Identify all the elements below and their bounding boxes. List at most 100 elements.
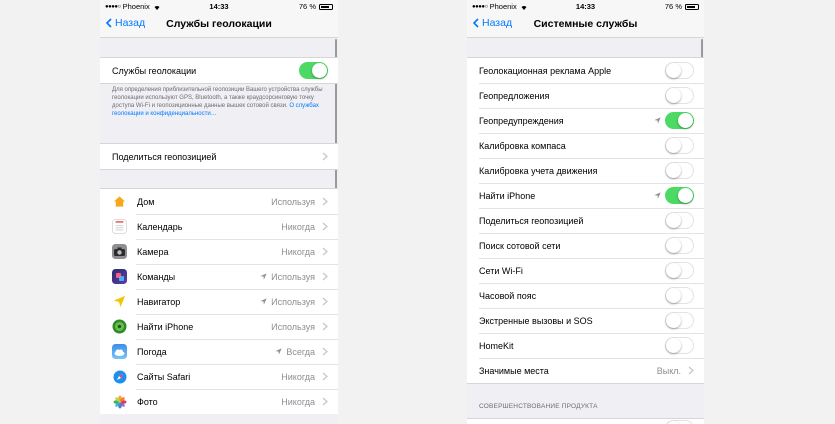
service-toggle[interactable] (665, 187, 694, 204)
section-header: СОВЕРШЕНСТВОВАНИЕ ПРОДУКТА (479, 403, 598, 410)
chevron-right-icon (322, 222, 328, 231)
app-permission: Используя (260, 272, 315, 282)
app-row-calendar[interactable]: Календарь Никогда (100, 214, 338, 239)
app-row-camera[interactable]: Камера Никогда (100, 239, 338, 264)
chevron-right-icon (322, 197, 328, 206)
chevron-right-icon (322, 297, 328, 306)
calendar-app-icon (112, 219, 127, 234)
app-name: Камера (137, 246, 169, 257)
location-footer-note: Для определения приблизительной геопозиц… (112, 86, 324, 118)
app-permission: Никогда (281, 246, 315, 257)
service-label: Калибровка учета движения (479, 165, 598, 176)
service-row: Найти iPhone (467, 183, 704, 208)
service-toggle[interactable] (665, 212, 694, 229)
chevron-right-icon (322, 347, 328, 356)
service-toggle[interactable] (665, 162, 694, 179)
service-row: HomeKit (467, 333, 704, 358)
app-row-photos[interactable]: Фото Никогда (100, 389, 338, 414)
app-name: Команды (137, 271, 176, 282)
app-name: Найти iPhone (137, 321, 194, 332)
app-permission: Никогда (281, 371, 315, 382)
service-label: Экстренные вызовы и SOS (479, 315, 593, 326)
product-improvement-group (467, 418, 704, 424)
service-toggle[interactable] (665, 112, 694, 129)
service-label: Геопредложения (479, 90, 550, 101)
battery-percent: 76 % (664, 2, 682, 11)
app-row-navigator[interactable]: Навигатор Используя (100, 289, 338, 314)
service-row: Часовой пояс (467, 283, 704, 308)
app-row-home[interactable]: Дом Используя (100, 189, 338, 214)
status-bar: ●●●●○ Phoenix 14:33 76 % (467, 0, 704, 13)
battery-icon (685, 3, 699, 10)
service-toggle[interactable] (665, 420, 694, 424)
chevron-right-icon (322, 152, 328, 161)
app-permission: Используя (260, 297, 315, 307)
service-toggle[interactable] (665, 287, 694, 304)
system-services-screen: ●●●●○ Phoenix 14:33 76 % Назад Системные… (467, 0, 704, 424)
service-row: Геопредложения (467, 83, 704, 108)
chevron-right-icon (322, 372, 328, 381)
service-toggle[interactable] (665, 137, 694, 154)
app-name: Сайты Safari (137, 371, 191, 382)
app-row-safari[interactable]: Сайты Safari Никогда (100, 364, 338, 389)
chevron-right-icon (322, 397, 328, 406)
service-label: Часовой пояс (479, 290, 537, 301)
app-permission: Используя (271, 321, 315, 332)
service-row: Сети Wi-Fi (467, 258, 704, 283)
app-permission: Никогда (281, 221, 315, 232)
service-label: HomeKit (479, 340, 514, 351)
status-bar: ●●●●○ Phoenix 14:33 76 % (100, 0, 338, 13)
shortcuts-app-icon (112, 269, 127, 284)
service-toggle[interactable] (665, 87, 694, 104)
page-title: Системные службы (533, 18, 638, 30)
service-row: Геопредупреждения (467, 108, 704, 133)
location-services-screen: ●●●●○ Phoenix 14:33 76 % Назад Службы ге… (100, 0, 338, 424)
weather-app-icon (112, 344, 127, 359)
location-arrow-icon (654, 117, 661, 124)
share-location-row[interactable]: Поделиться геопозицией (100, 144, 338, 169)
location-arrow-icon (260, 273, 267, 280)
app-permission: Никогда (281, 396, 315, 407)
app-name: Фото (137, 396, 158, 407)
service-toggle[interactable] (665, 237, 694, 254)
system-services-list: Геолокационная реклама Apple Геопредложе… (467, 57, 704, 384)
photos-app-icon (112, 394, 127, 409)
service-label: Поделиться геопозицией (479, 215, 584, 226)
service-row: Поделиться геопозицией (467, 208, 704, 233)
service-label: Найти iPhone (479, 190, 536, 201)
battery: 76 % (299, 2, 333, 11)
app-row-shortcuts[interactable]: Команды Используя (100, 264, 338, 289)
battery-percent: 76 % (298, 2, 316, 11)
service-row: Калибровка компаса (467, 133, 704, 158)
app-name: Календарь (137, 221, 183, 232)
location-arrow-icon (260, 298, 267, 305)
service-row: Геолокационная реклама Apple (467, 58, 704, 83)
app-name: Погода (137, 346, 167, 357)
service-toggle[interactable] (665, 312, 694, 329)
share-group: Поделиться геопозицией (100, 143, 338, 170)
app-row-weather[interactable]: Погода Всегда (100, 339, 338, 364)
app-name: Навигатор (137, 296, 181, 307)
apps-list: Дом Используя Календарь Никогда Камера Н… (100, 188, 338, 414)
battery: 76 % (665, 2, 699, 11)
significant-locations-label: Значимые места (479, 365, 549, 376)
location-arrow-icon (654, 192, 661, 199)
location-services-toggle[interactable] (299, 62, 328, 79)
service-toggle[interactable] (665, 262, 694, 279)
battery-icon (319, 3, 333, 10)
app-row-find-iphone[interactable]: Найти iPhone Используя (100, 314, 338, 339)
share-location-label: Поделиться геопозицией (112, 151, 217, 162)
camera-app-icon (112, 244, 127, 259)
service-row: Экстренные вызовы и SOS (467, 308, 704, 333)
location-arrow-icon (275, 348, 282, 355)
significant-locations-value: Выкл. (656, 365, 681, 376)
location-services-label: Службы геолокации (112, 65, 197, 76)
service-toggle[interactable] (665, 337, 694, 354)
significant-locations-row[interactable]: Значимые места Выкл. (467, 358, 704, 383)
find-iphone-app-icon (112, 319, 127, 334)
chevron-right-icon (322, 247, 328, 256)
app-name: Дом (137, 196, 155, 207)
service-toggle[interactable] (665, 62, 694, 79)
home-app-icon (112, 194, 127, 209)
location-services-row: Службы геолокации (100, 58, 338, 83)
